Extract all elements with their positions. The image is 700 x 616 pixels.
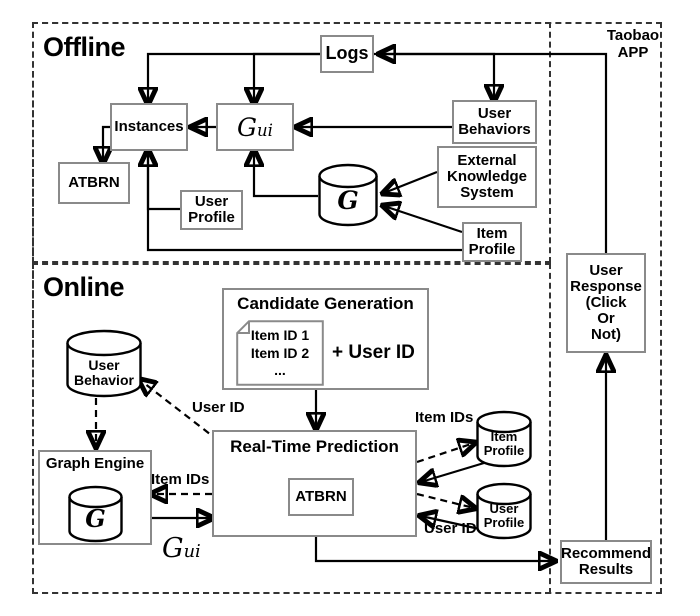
online-user-profile-database[interactable]: User Profile (476, 482, 532, 540)
oup-line1: User (194, 192, 229, 210)
oip-line1: Item (476, 224, 508, 242)
online-section-title: Online (43, 272, 125, 302)
eks-line2: Knowledge (446, 167, 527, 185)
ur-line1: User (589, 261, 623, 279)
rr-line2: Results (578, 561, 634, 578)
online-gui-sub: ui (183, 541, 201, 562)
offline-item-profile-node[interactable]: Item Profile (462, 222, 522, 262)
logs-label: Logs (325, 43, 369, 64)
gui-base: G (237, 112, 258, 142)
eks-line1: External (457, 151, 517, 169)
oip-line2: Profile (468, 241, 516, 258)
recommend-results-node[interactable]: Recommend Results (560, 540, 652, 584)
online-gui-base: G (162, 533, 184, 564)
online-atbrn-label: ATBRN (295, 487, 347, 505)
gui-sub: ui (257, 120, 273, 140)
external-knowledge-system-node[interactable]: External Knowledge System (437, 146, 537, 208)
candidate-item-list-document[interactable]: Item ID 1 Item ID 2 ... (236, 320, 324, 386)
offline-atbrn-label: ATBRN (68, 173, 120, 191)
ur-line3: (Click (585, 293, 627, 311)
real-time-prediction-title: Real-Time Prediction (230, 437, 399, 456)
instances-node[interactable]: Instances (110, 103, 188, 151)
online-gui-edge-label: Gui (162, 534, 201, 564)
gui-graph-node[interactable]: Gui (216, 103, 294, 151)
logs-node[interactable]: Logs (320, 35, 374, 73)
instances-label: Instances (114, 117, 184, 135)
offline-atbrn-node[interactable]: ATBRN (58, 162, 130, 204)
candidate-generation-title: Candidate Generation (237, 294, 414, 313)
user-behaviors-label: User Behaviors (458, 104, 531, 138)
ur-line5: Not) (591, 326, 621, 344)
recommend-results-label: Recommend Results (560, 544, 652, 578)
offline-graph-database[interactable]: G (318, 163, 378, 227)
plus-user-id-label: + User ID (332, 342, 415, 363)
offline-item-profile-label: Item Profile (468, 224, 516, 258)
architecture-diagram: Offline Online Taobao APP Logs Instances… (0, 0, 700, 616)
edge-label-item-ids-left: Item IDs (151, 471, 210, 488)
rr-line1: Recommend (560, 544, 652, 562)
ur-line4: Or (597, 310, 615, 328)
taobao-app-line1: Taobao (606, 27, 660, 44)
user-behaviors-line1: User (477, 104, 512, 122)
graph-engine-database[interactable]: G (68, 485, 123, 543)
online-user-behavior-database[interactable]: User Behavior (66, 329, 142, 398)
offline-user-profile-node[interactable]: User Profile (180, 190, 243, 230)
oup-line2: Profile (188, 209, 235, 226)
user-response-label: User Response (Click Or Not) (570, 261, 642, 344)
offline-section-title: Offline (43, 32, 126, 62)
taobao-app-line2: APP (617, 43, 649, 61)
edge-label-user-id-right: User ID (424, 520, 477, 537)
taobao-app-label: Taobao APP (600, 27, 666, 61)
ur-line2: Response (570, 277, 642, 295)
edge-label-item-ids-right: Item IDs (415, 409, 474, 426)
eks-line3: System (460, 184, 514, 202)
user-behaviors-line2: Behaviors (458, 121, 531, 138)
user-response-node[interactable]: User Response (Click Or Not) (566, 253, 646, 353)
online-atbrn-node[interactable]: ATBRN (288, 478, 354, 516)
offline-user-profile-label: User Profile (188, 192, 235, 226)
graph-engine-title: Graph Engine (45, 455, 145, 472)
edge-label-user-id-top: User ID (192, 399, 245, 416)
gui-label: Gui (237, 114, 273, 141)
external-knowledge-label: External Knowledge System (446, 151, 527, 202)
online-item-profile-database[interactable]: Item Profile (476, 410, 532, 468)
user-behaviors-node[interactable]: User Behaviors (452, 100, 537, 144)
